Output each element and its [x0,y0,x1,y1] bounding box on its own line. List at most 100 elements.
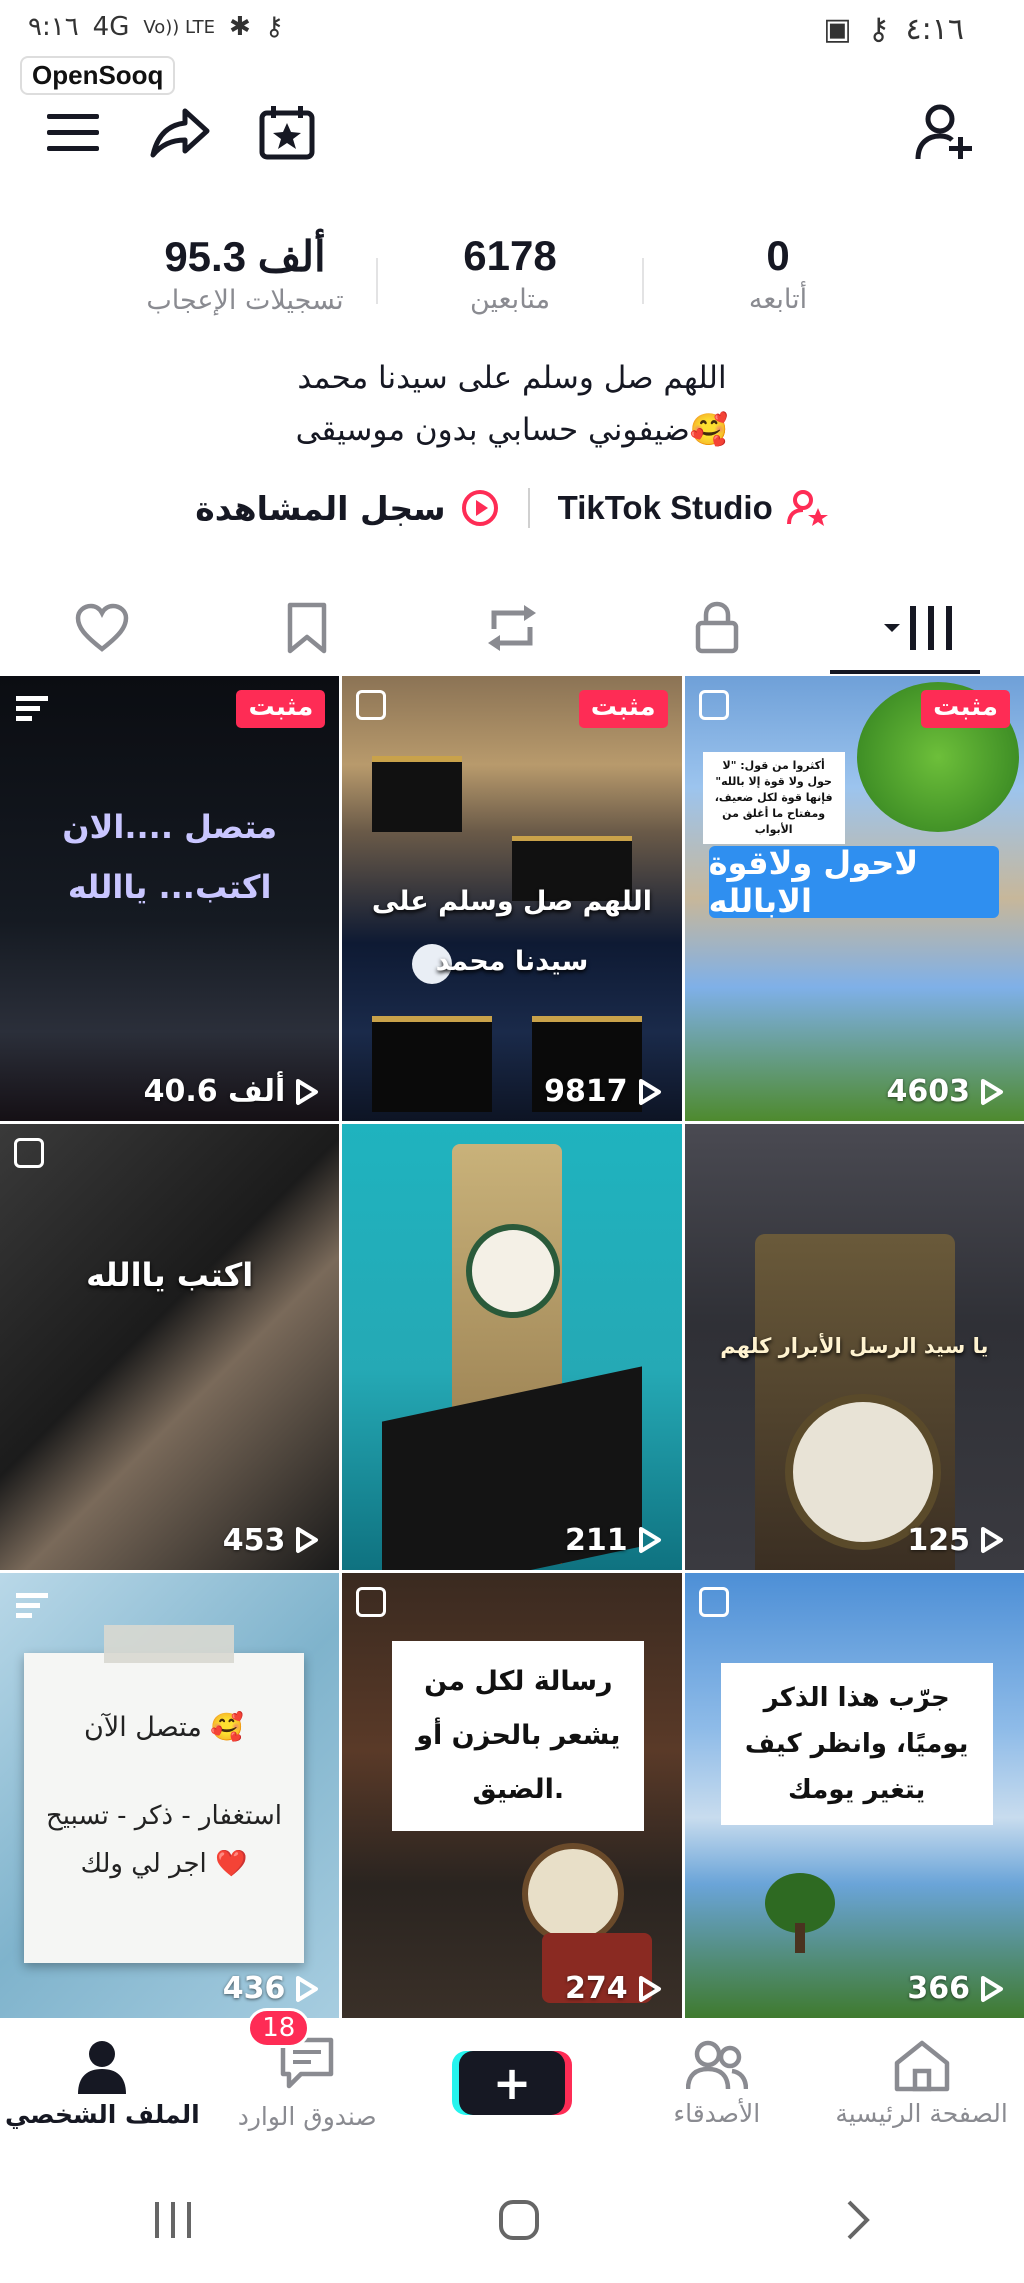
video-caption: اجر لي ولك ❤️ [80,1848,248,1879]
key-icon: ⚷ [264,12,284,42]
video-caption: استغفار - ذكر - تسبيح [45,1800,283,1831]
playlist-icon [16,1591,50,1625]
video-thumbnail[interactable]: اكتب ياالله 453 [0,1124,340,1570]
view-count-value: 211 [565,1522,628,1558]
tab-private[interactable] [614,580,819,676]
stat-following[interactable]: 0 أتابعه [700,232,856,315]
pinned-badge: مثبت [578,690,668,728]
nav-inbox[interactable]: 18 صندوق الوارد [205,2007,410,2148]
multi-photo-icon [356,690,387,720]
create-button[interactable]: + [458,2051,565,2115]
play-icon [981,1078,1003,1105]
view-count: 274 [565,1971,662,2006]
view-count-value: 125 [907,1522,970,1558]
key-icon: ⚷ [867,12,890,47]
play-icon [296,1078,319,1105]
view-count-value: 40.6 ألف [143,1074,286,1110]
view-count-value: 453 [222,1522,286,1558]
menu-icon[interactable] [38,98,108,168]
nav-friends-label: الأصدقاء [673,2098,761,2128]
back-icon[interactable] [843,2198,873,2242]
play-icon [981,1975,1003,2002]
home-button-icon[interactable] [497,2198,541,2242]
nav-home-label: الصفحة الرئيسية [835,2098,1008,2128]
view-count-value: 9817 [544,1074,628,1110]
clock: ٤:١٦ [905,12,964,47]
tree-trunk [794,1922,805,1953]
view-count-value: 436 [222,1971,286,2006]
view-count: 436 [223,1971,320,2006]
video-caption: متصل ....الان [62,808,278,846]
view-count: 40.6 ألف [144,1074,320,1109]
inbox-icon-wrap: 18 [247,2007,335,2096]
bottom-navigation: الملف الشخصي 18 صندوق الوارد + الأصدقاء … [0,2007,1024,2148]
multi-photo-icon [14,1138,44,1169]
nav-home[interactable]: الصفحة الرئيسية [819,2018,1024,2148]
likes-label: تسجيلات الإعجاب [146,285,344,316]
stat-followers[interactable]: 6178 متابعين [420,232,600,315]
video-caption: اكتب... ياالله [67,868,272,906]
clock-face-image [466,1224,561,1319]
stat-likes[interactable]: 95.3 ألف تسجيلات الإعجاب [130,232,360,316]
plus-icon: + [492,2056,532,2110]
stat-divider [642,258,644,304]
pinned-badge: مثبت [236,690,326,728]
bluetooth-icon: ✱ [228,12,251,42]
inbox-badge: 18 [247,2007,311,2048]
nav-profile[interactable]: الملف الشخصي [0,2018,205,2148]
play-icon [296,1975,319,2002]
tab-saved[interactable] [205,580,410,676]
tiktok-studio-link[interactable]: TikTok Studio [558,488,829,528]
video-caption: رسالة لكل من يشعر بالحزن أو الضيق. [392,1640,645,1831]
likes-count: 95.3 ألف [164,233,326,280]
share-icon[interactable] [145,98,215,168]
video-thumbnail[interactable]: أكثروا من قول: "لا حول ولا قوة إلا بالله… [684,676,1024,1122]
video-thumbnail[interactable]: مثبت اللهم صل وسلم على سيدنا محمد 9817 [342,676,682,1122]
grid-icon [883,606,952,650]
view-count: 366 [907,1971,1004,2006]
video-thumbnail[interactable]: 211 [342,1124,682,1570]
video-caption: جرّب هذا الذكر يوميًا، وانظر كيف يتغير ي… [720,1662,993,1825]
following-label: أتابعه [748,284,808,315]
play-icon [638,1527,661,1554]
video-caption: يا سيد الرسل الأبرار كلهم [720,1334,989,1359]
tab-videos[interactable] [819,580,1024,676]
creator-star-icon [786,490,828,526]
nav-friends[interactable]: الأصدقاء [614,2018,819,2148]
watch-history-link[interactable]: سجل المشاهدة [195,488,499,528]
video-thumbnail[interactable]: رسالة لكل من يشعر بالحزن أو الضيق. 274 [342,1572,682,2018]
video-caption: متصل الآن 🥰 [84,1711,244,1743]
play-icon [296,1527,319,1554]
view-count: 211 [565,1523,662,1558]
recent-apps-icon[interactable] [151,2200,195,2240]
nav-profile-label: الملف الشخصي [5,2099,200,2129]
stat-divider [376,258,378,304]
repost-icon [487,605,536,651]
play-icon [638,1078,661,1105]
bookmark-icon [287,602,327,654]
pinned-badge: مثبت [921,690,1010,728]
system-navigation [0,2160,1024,2280]
video-thumbnail[interactable]: جرّب هذا الذكر يوميًا، وانظر كيف يتغير ي… [684,1572,1024,2018]
view-count-value: 366 [907,1971,970,2006]
video-caption: لاحول ولاقوة الابالله [708,844,999,920]
playlist-icon [16,694,50,728]
video-thumbnail[interactable]: متصل الآن 🥰 استغفار - ذكر - تسبيح اجر لي… [0,1572,340,2018]
volte-indicator: Vo)) LTE [143,16,215,38]
calendar-star-icon[interactable] [252,98,322,168]
video-caption: اللهم صل وسلم على سيدنا محمد [371,886,653,977]
add-friend-icon[interactable] [910,98,980,168]
profile-tabs [0,580,1024,676]
followers-label: متابعين [469,284,551,315]
tab-liked[interactable] [0,580,205,676]
links-divider [527,488,530,528]
video-thumbnail[interactable]: مثبت متصل ....الان اكتب... ياالله 40.6 أ… [0,676,340,1122]
heart-icon [76,603,129,652]
view-count-value: 4603 [886,1074,971,1110]
video-thumbnail[interactable]: يا سيد الرسل الأبرار كلهم 125 [684,1124,1024,1570]
followers-count: 6178 [463,232,557,279]
bio: اللهم صل وسلم على سيدنا محمد ضيفوني حساب… [0,352,1024,456]
tab-reposts[interactable] [410,580,615,676]
kaaba-image [372,1016,493,1112]
nav-create[interactable]: + [410,2018,615,2148]
